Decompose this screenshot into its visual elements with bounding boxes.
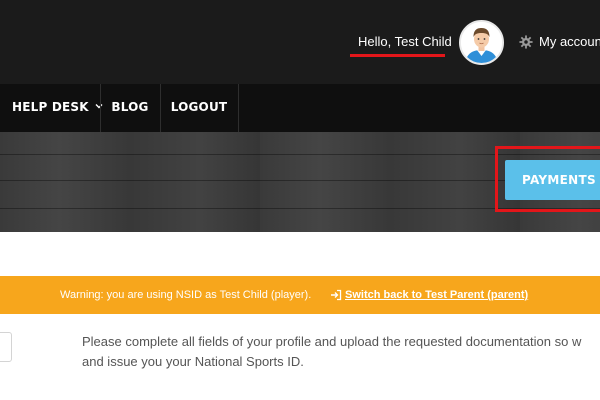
- greeting-highlight-underline: [350, 54, 445, 57]
- nav-item-help-desk[interactable]: HELP DESK: [0, 84, 103, 132]
- impersonation-warning-banner: Warning: you are using NSID as Test Chil…: [0, 276, 600, 314]
- notice-line: and issue you your National Sports ID.: [82, 354, 304, 369]
- top-bar: Hello, Test Child My account: [0, 0, 600, 84]
- nav-item-label: BLOG: [111, 100, 149, 114]
- switch-back-link[interactable]: Switch back to Test Parent (parent): [345, 276, 528, 314]
- warning-text: Warning: you are using NSID as Test Chil…: [60, 289, 312, 301]
- greeting-text: Hello, Test Child: [358, 34, 452, 49]
- user-avatar[interactable]: [459, 20, 504, 65]
- my-account-link[interactable]: My account: [539, 34, 600, 49]
- gear-icon[interactable]: [519, 35, 533, 49]
- payments-button[interactable]: PAYMENTS: [505, 160, 600, 200]
- side-panel-edge: [0, 332, 12, 362]
- user-avatar-icon: [461, 22, 502, 63]
- nav-divider: [238, 84, 239, 132]
- nav-item-label: LOGOUT: [170, 100, 228, 114]
- profile-completion-notice: Please complete all fields of your profi…: [82, 332, 600, 372]
- notice-line: Please complete all fields of your profi…: [82, 334, 582, 349]
- nav-item-label: HELP DESK: [12, 100, 89, 114]
- nav-item-blog[interactable]: BLOG: [100, 84, 160, 132]
- main-nav: HELP DESK BLOG LOGOUT: [0, 84, 600, 132]
- nav-item-logout[interactable]: LOGOUT: [160, 84, 238, 132]
- sign-in-arrow-icon: [331, 289, 342, 301]
